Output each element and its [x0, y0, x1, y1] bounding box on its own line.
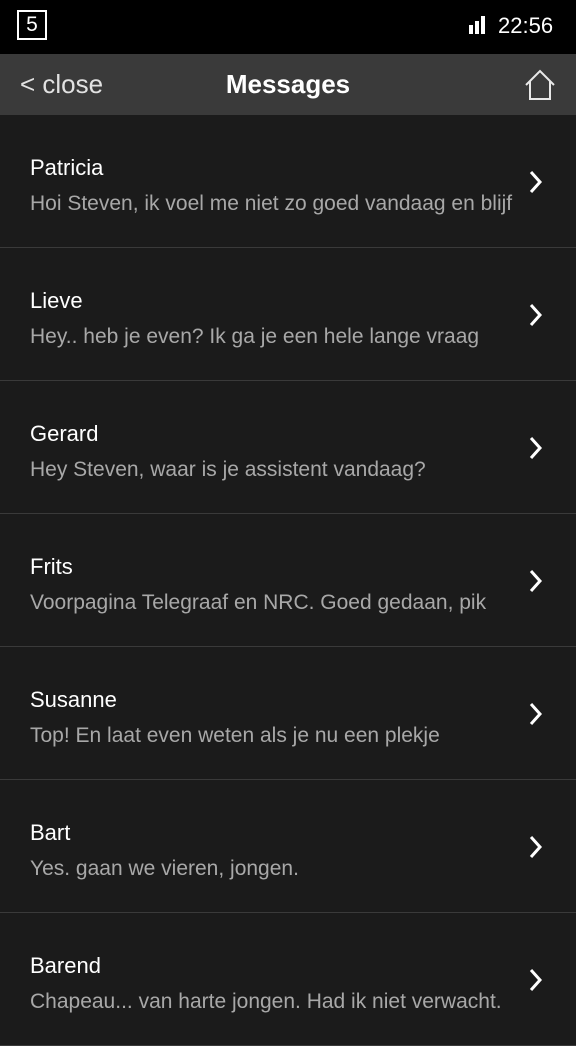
chevron-right-icon	[529, 968, 543, 992]
message-preview: Chapeau... van harte jongen. Had ik niet…	[30, 990, 502, 1013]
message-sender: Patricia	[30, 155, 104, 180]
signal-bars-icon	[469, 16, 485, 34]
top-bar: < close Messages	[0, 54, 576, 115]
message-sender: Barend	[30, 953, 101, 978]
message-preview: Yes. gaan we vieren, jongen.	[30, 857, 299, 880]
message-item-barend[interactable]: Barend Chapeau... van harte jongen. Had …	[0, 913, 576, 1046]
message-item-bart[interactable]: Bart Yes. gaan we vieren, jongen.	[0, 780, 576, 913]
notification-count-badge[interactable]: 5	[17, 10, 47, 40]
chevron-right-icon	[529, 835, 543, 859]
message-item-gerard[interactable]: Gerard Hey Steven, waar is je assistent …	[0, 381, 576, 514]
message-sender: Frits	[30, 554, 73, 579]
message-sender: Gerard	[30, 421, 99, 446]
message-preview: Hoi Steven, ik voel me niet zo goed vand…	[30, 192, 513, 215]
home-icon[interactable]	[522, 68, 558, 102]
message-sender: Susanne	[30, 687, 117, 712]
message-sender: Bart	[30, 820, 71, 845]
message-item-lieve[interactable]: Lieve Hey.. heb je even? Ik ga je een he…	[0, 248, 576, 381]
message-sender: Lieve	[30, 288, 83, 313]
status-time: 22:56	[498, 13, 554, 38]
close-button[interactable]: < close	[20, 68, 103, 100]
message-preview: Top! En laat even weten als je nu een pl…	[30, 724, 440, 747]
chevron-right-icon	[529, 170, 543, 194]
chevron-right-icon	[529, 436, 543, 460]
chevron-right-icon	[529, 569, 543, 593]
message-list: Patricia Hoi Steven, ik voel me niet zo …	[0, 115, 576, 1046]
message-item-susanne[interactable]: Susanne Top! En laat even weten als je n…	[0, 647, 576, 780]
message-item-patricia[interactable]: Patricia Hoi Steven, ik voel me niet zo …	[0, 115, 576, 248]
status-bar: 5 22:56	[0, 0, 576, 54]
chevron-right-icon	[529, 702, 543, 726]
message-preview: Hey.. heb je even? Ik ga je een hele lan…	[30, 325, 480, 348]
chevron-right-icon	[529, 303, 543, 327]
message-preview: Hey Steven, waar is je assistent vandaag…	[30, 458, 426, 481]
message-preview: Voorpagina Telegraaf en NRC. Goed gedaan…	[30, 591, 487, 614]
message-item-frits[interactable]: Frits Voorpagina Telegraaf en NRC. Goed …	[0, 514, 576, 647]
